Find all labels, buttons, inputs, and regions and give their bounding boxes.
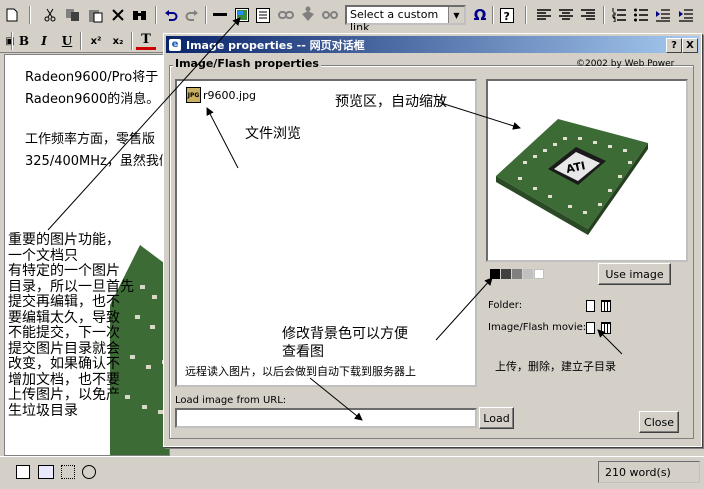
chip-preview-image: ATI: [496, 119, 648, 235]
swatch-gray[interactable]: [512, 269, 522, 279]
link-icon[interactable]: [276, 5, 296, 25]
browse-annotation: 文件浏览: [245, 126, 301, 142]
anchor-icon[interactable]: [298, 4, 318, 24]
swatch-light-gray[interactable]: [523, 269, 533, 279]
dialog-title-bar[interactable]: e Image properties -- 网页对话框 ? X: [166, 36, 699, 53]
unlink-icon[interactable]: [320, 5, 340, 25]
note-line: 要编辑太久，导致: [8, 309, 120, 326]
indent-icon[interactable]: [676, 5, 696, 25]
outdent-icon[interactable]: [653, 5, 673, 25]
align-left-icon[interactable]: [534, 5, 554, 25]
editor-line: 325/400MHz，虽然我们: [25, 154, 170, 169]
settings-mode-icon[interactable]: [82, 465, 96, 479]
insert-form-icon[interactable]: [253, 5, 273, 25]
note-line: 提交图片目录就会: [8, 340, 120, 357]
left-annotation: 重要的图片功能， 一个文档只 有特定的一个图片 目录，所以一旦首先 提交再编辑，…: [8, 232, 134, 419]
note-line: 上传图片，以免产: [8, 387, 120, 403]
word-count-panel: 210 word(s): [598, 461, 700, 483]
find-icon[interactable]: [130, 5, 150, 25]
note-line: 查看图: [282, 344, 324, 360]
svg-text:?: ?: [504, 10, 510, 23]
ie-icon: e: [169, 38, 181, 51]
horizontal-rule-icon[interactable]: [210, 5, 230, 25]
ordered-list-icon[interactable]: [609, 5, 629, 25]
note-line: 目录，所以一旦首先: [8, 278, 134, 295]
align-right-icon[interactable]: [578, 5, 598, 25]
copyright-text: ©2002 by Web Power: [576, 59, 675, 69]
remote-annotation: 远程读入图片，以后会做到自动下载到服务器上: [185, 365, 416, 378]
insert-image-icon[interactable]: [232, 5, 252, 25]
note-line: 改变，如果确认不: [8, 356, 120, 372]
note-line: 修改背景色可以方便: [282, 326, 408, 342]
editor-line: Radeon9600/Pro将于: [25, 70, 159, 85]
editor-line: Radeon9600的消息。: [25, 92, 160, 107]
word-count: 210 word(s): [605, 465, 671, 479]
status-bar: 210 word(s): [0, 456, 704, 489]
close-title-button[interactable]: X: [682, 38, 698, 53]
note-line: 不能提交，下一次: [8, 325, 120, 341]
dialog-title: Image properties -- 网页对话框: [186, 38, 365, 52]
note-line: 生垃圾目录: [8, 402, 78, 419]
load-button[interactable]: Load: [479, 407, 514, 429]
movie-label: Image/Flash movie:: [488, 322, 587, 333]
note-line: 重要的图片功能，: [8, 232, 120, 248]
delete-folder-icon[interactable]: [601, 300, 611, 312]
help-title-button[interactable]: ?: [666, 38, 682, 53]
table-mode-icon[interactable]: [61, 465, 75, 479]
upload-file-icon[interactable]: [586, 322, 595, 334]
subscript-button[interactable]: x₂: [108, 31, 128, 51]
unordered-list-icon[interactable]: [631, 5, 651, 25]
new-doc-icon[interactable]: [2, 5, 22, 25]
superscript-button[interactable]: x²: [86, 31, 106, 51]
align-center-icon[interactable]: [556, 5, 576, 25]
italic-button[interactable]: I: [34, 31, 54, 51]
url-input[interactable]: [175, 408, 477, 428]
folder-label: Folder:: [488, 300, 523, 311]
undo-icon[interactable]: [161, 5, 181, 25]
swatch-white[interactable]: [534, 269, 544, 279]
delete-file-icon[interactable]: [601, 322, 611, 334]
jpg-file-icon: JPG: [186, 87, 201, 103]
use-image-button[interactable]: Use image: [598, 263, 671, 285]
preview-mode-icon[interactable]: [16, 465, 30, 479]
delete-icon[interactable]: [108, 5, 128, 25]
upload-annotation: 上传，删除，建立子目录: [495, 360, 616, 373]
group-label: Image/Flash properties: [173, 57, 321, 70]
close-button[interactable]: Close: [639, 411, 679, 433]
bold-button[interactable]: B: [14, 31, 34, 51]
copy-icon[interactable]: [63, 5, 83, 25]
editor-line: 工作频率方面，零售版: [25, 132, 156, 147]
swatch-dark-gray[interactable]: [501, 269, 511, 279]
custom-link-select[interactable]: Select a custom link ▼: [345, 5, 466, 34]
redo-icon[interactable]: [182, 5, 202, 25]
file-name: r9600.jpg: [203, 88, 257, 102]
paste-icon[interactable]: [86, 5, 106, 25]
file-item[interactable]: JPG r9600.jpg: [186, 87, 256, 103]
url-label: Load image from URL:: [175, 395, 287, 406]
html-mode-icon[interactable]: [38, 465, 54, 479]
bgcolor-annotation: 修改背景色可以方便 查看图: [282, 325, 408, 361]
note-line: 一个文档只: [8, 247, 78, 264]
chevron-down-icon[interactable]: ▼: [448, 7, 464, 23]
text-color-button[interactable]: T: [136, 31, 156, 50]
toolbar-row-1: Select a custom link ▼ Ω ?: [0, 0, 704, 34]
underline-button[interactable]: U: [57, 31, 77, 51]
swatch-black[interactable]: [490, 269, 500, 279]
preview-panel: ATI: [486, 79, 688, 262]
preview-annotation: 预览区，自动缩放: [335, 94, 447, 110]
note-line: 提交再编辑，也不: [8, 294, 120, 310]
help-icon[interactable]: ?: [497, 5, 517, 25]
new-folder-icon[interactable]: [586, 300, 595, 312]
note-line: 有特定的一个图片: [8, 263, 120, 279]
cut-icon[interactable]: [40, 5, 60, 25]
omega-icon[interactable]: Ω: [470, 5, 490, 25]
note-line: 增加文档，也不要: [8, 371, 120, 388]
